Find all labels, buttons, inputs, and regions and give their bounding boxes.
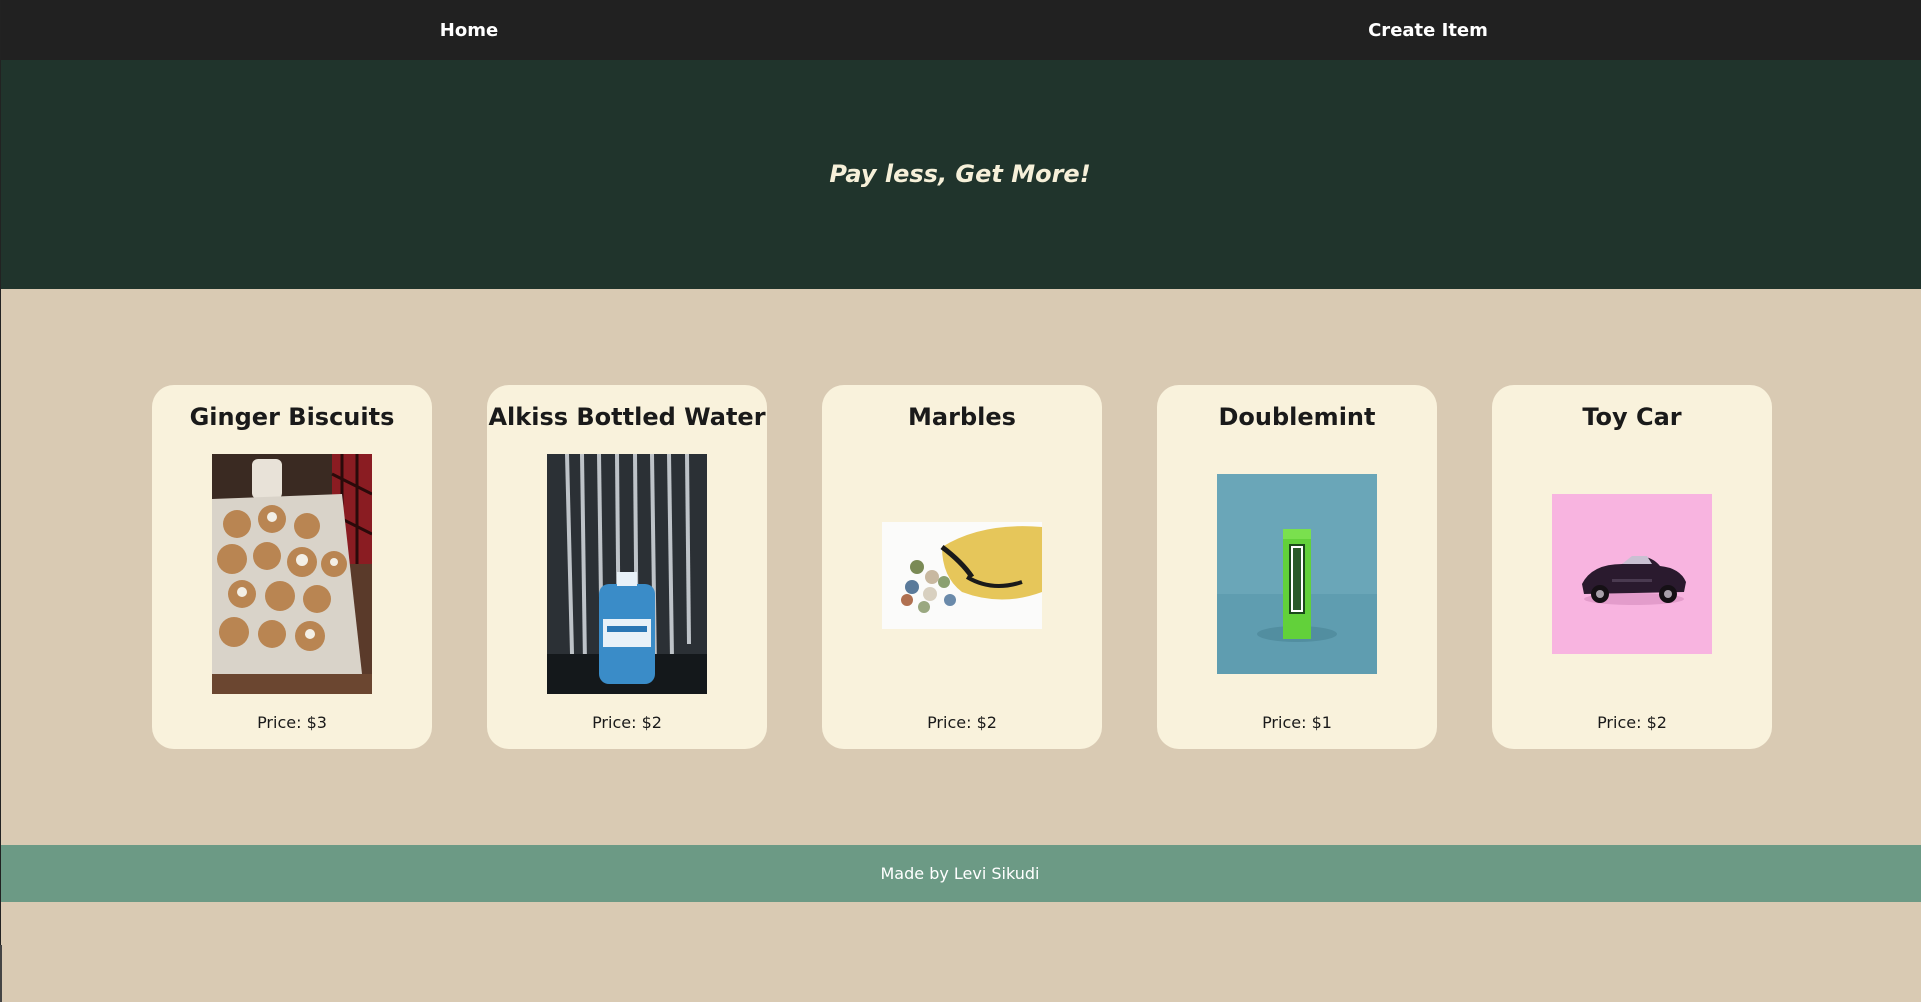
product-image-alkiss-water xyxy=(547,454,707,694)
product-price: Price: $1 xyxy=(1262,713,1332,732)
product-card[interactable]: Doublemint Price: $1 xyxy=(1157,385,1437,749)
product-image-toy-car xyxy=(1552,494,1712,654)
hero-banner: Pay less, Get More! xyxy=(1,60,1921,289)
product-title: Doublemint xyxy=(1218,403,1376,431)
product-image-marbles xyxy=(882,522,1042,629)
product-price: Price: $2 xyxy=(1597,713,1667,732)
product-price: Price: $3 xyxy=(257,713,327,732)
product-card[interactable]: Toy Car Price: $2 xyxy=(1492,385,1772,749)
product-title: Alkiss Bottled Water xyxy=(488,403,766,431)
product-card[interactable]: Marbles Price: $2 xyxy=(822,385,1102,749)
footer: Made by Levi Sikudi xyxy=(1,845,1921,902)
product-title: Marbles xyxy=(908,403,1016,431)
window-edge-bottom xyxy=(0,945,2,1002)
nav-create-item-link[interactable]: Create Item xyxy=(1368,0,1488,60)
page: Home Create Item Pay less, Get More! Gin… xyxy=(0,0,1921,1002)
footer-credit: Made by Levi Sikudi xyxy=(880,864,1040,883)
product-card[interactable]: Alkiss Bottled Water Price: $2 xyxy=(487,385,767,749)
product-price: Price: $2 xyxy=(927,713,997,732)
product-title: Ginger Biscuits xyxy=(189,403,395,431)
product-image-ginger-biscuits xyxy=(212,454,372,694)
nav-home-link[interactable]: Home xyxy=(440,0,498,60)
top-nav: Home Create Item xyxy=(1,0,1921,60)
product-image-doublemint xyxy=(1217,474,1377,674)
product-card[interactable]: Ginger Biscuits Price: $3 xyxy=(152,385,432,749)
product-title: Toy Car xyxy=(1582,403,1682,431)
product-price: Price: $2 xyxy=(592,713,662,732)
hero-tagline: Pay less, Get More! xyxy=(829,160,1091,188)
